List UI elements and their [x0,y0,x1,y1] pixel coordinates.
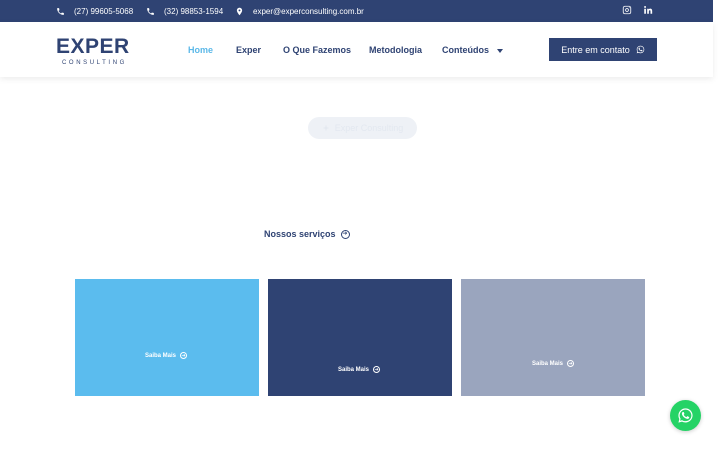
logo-subtitle: CONSULTING [62,60,127,66]
arrow-right-icon: ➜ [340,229,350,239]
chevron-down-icon [497,48,503,53]
hero-badge: Exper Consulting [308,117,417,139]
whatsapp-icon [678,408,693,423]
services-label-text: Nossos serviços [264,229,336,239]
phone-text-1: (27) 99605-5068 [74,6,134,16]
nav-item-exper[interactable]: Exper [236,44,261,56]
sparkle-icon [322,124,330,132]
nav-item-home[interactable]: Home [188,44,213,56]
service-card-3[interactable]: Saiba Mais ➜ [461,279,645,396]
phone-contact-2[interactable]: (32) 98853-1594 [146,0,223,22]
contact-button[interactable]: Entre em contato [549,38,657,61]
hero-badge-text: Exper Consulting [334,123,404,133]
location-pin-icon [236,7,243,15]
linkedin-link[interactable] [643,5,655,17]
whatsapp-float-button[interactable] [670,400,701,431]
phone-icon [57,7,64,15]
linkedin-icon [644,6,653,14]
arrow-right-icon: ➜ [180,352,188,359]
saiba-mais-link-1[interactable]: Saiba Mais ➜ [145,352,188,359]
arrow-right-icon: ➜ [567,360,575,367]
saiba-mais-link-2[interactable]: Saiba Mais ➜ [338,366,381,373]
instagram-icon [622,5,632,15]
logo-wordmark: EXPER [56,35,130,58]
phone-contact-1[interactable]: (27) 99605-5068 [56,0,133,22]
nav-item-conteudos-label: Conteúdos [442,45,489,55]
saiba-mais-label: Saiba Mais [145,352,177,359]
instagram-link[interactable] [622,5,634,17]
nav-item-metodologia[interactable]: Metodologia [369,44,422,56]
exper-consulting-logo[interactable]: EXPER CONSULTING [56,36,138,68]
service-card-1[interactable]: Saiba Mais ➜ [75,279,259,396]
saiba-mais-label: Saiba Mais [338,366,370,373]
email-contact[interactable]: exper@experconsulting.com.br [235,0,364,22]
email-text: exper@experconsulting.com.br [253,6,364,16]
whatsapp-icon [636,45,645,54]
phone-icon [147,7,154,15]
nav-item-o-que-fazemos[interactable]: O Que Fazemos [283,44,351,56]
arrow-right-icon: ➜ [373,366,381,373]
nav-item-conteudos[interactable]: Conteúdos [442,44,503,56]
saiba-mais-label: Saiba Mais [532,360,564,367]
phone-text-2: (32) 98853-1594 [164,6,224,16]
services-section-label[interactable]: Nossos serviços ➜ [264,228,350,240]
saiba-mais-link-3[interactable]: Saiba Mais ➜ [532,360,575,367]
contact-button-label: Entre em contato [561,44,630,55]
service-card-2[interactable]: Saiba Mais ➜ [268,279,452,396]
top-bar: (27) 99605-5068 (32) 98853-1594 exper@ex… [0,0,713,22]
main-header: EXPER CONSULTING Home Exper O Que Fazemo… [0,22,713,77]
